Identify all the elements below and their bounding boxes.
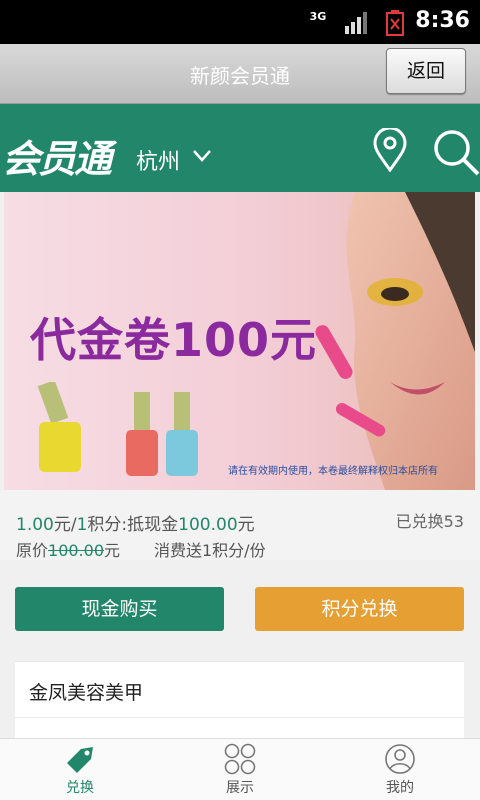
price-line: 1.00元/1积分:抵现金100.00元 xyxy=(16,510,255,535)
battery-icon xyxy=(386,10,404,36)
points-value: 1 xyxy=(76,515,88,535)
chevron-down-icon[interactable] xyxy=(192,148,212,164)
store-name: 金凤美容美甲 xyxy=(29,682,144,704)
points-exchange-button[interactable]: 积分兑换 xyxy=(255,587,464,631)
user-icon xyxy=(385,744,415,774)
location-pin-icon[interactable] xyxy=(372,128,408,172)
bottom-nav: 兑换 展示 我的 xyxy=(0,738,480,800)
nav-label: 展示 xyxy=(226,780,254,796)
orig-unit: 元 xyxy=(104,541,121,560)
cash-value: 100.00 xyxy=(178,515,238,535)
title-bar: 新颜会员通 返回 xyxy=(0,44,480,104)
nav-label: 我的 xyxy=(386,780,414,796)
tag-icon xyxy=(67,747,93,773)
back-button[interactable]: 返回 xyxy=(386,48,466,94)
signal-icon xyxy=(345,12,367,34)
clock: 8:36 xyxy=(415,8,470,33)
orig-label: 原价 xyxy=(16,541,49,560)
divider xyxy=(15,717,464,718)
status-bar: 3G 8:36 xyxy=(0,0,480,44)
exchanged-count: 已兑换53 xyxy=(395,512,464,531)
points-gift: 消费送1积分/份 xyxy=(154,541,266,560)
app-logo: 会员通 xyxy=(2,137,112,181)
orig-price: 100.00 xyxy=(48,541,104,560)
network-3g-icon: 3G xyxy=(309,10,327,23)
city-selector[interactable]: 杭州 xyxy=(136,144,180,176)
nail-polish-bottles-image xyxy=(37,382,198,476)
app-header: 会员通 杭州 xyxy=(0,104,480,192)
price-value: 1.00 xyxy=(16,515,54,535)
original-price-line: 原价100.00元 xyxy=(16,537,120,561)
promo-banner[interactable]: 代金卷100元 请在有效期内使用，本卷最终解释权归本店所有 xyxy=(4,192,475,490)
search-icon[interactable] xyxy=(432,128,480,176)
nav-label: 兑换 xyxy=(66,780,94,796)
model-face-image xyxy=(315,192,475,490)
cash-buy-button[interactable]: 现金购买 xyxy=(15,587,224,631)
grid-circles-icon xyxy=(224,743,256,775)
nav-item-display[interactable]: 展示 xyxy=(160,739,320,800)
nav-item-exchange[interactable]: 兑换 xyxy=(0,739,160,800)
banner-headline: 代金卷100元 xyxy=(30,313,318,367)
nav-item-mine[interactable]: 我的 xyxy=(320,739,480,800)
cash-unit: 元 xyxy=(237,515,255,535)
points-unit: 积分:抵现金 xyxy=(87,515,179,535)
banner-note: 请在有效期内使用，本卷最终解释权归本店所有 xyxy=(228,466,438,477)
store-card[interactable]: 金凤美容美甲 xyxy=(15,661,464,739)
offer-info: 1.00元/1积分:抵现金100.00元 已兑换53 原价100.00元 消费送… xyxy=(0,490,480,560)
price-unit: 元/ xyxy=(53,515,77,535)
